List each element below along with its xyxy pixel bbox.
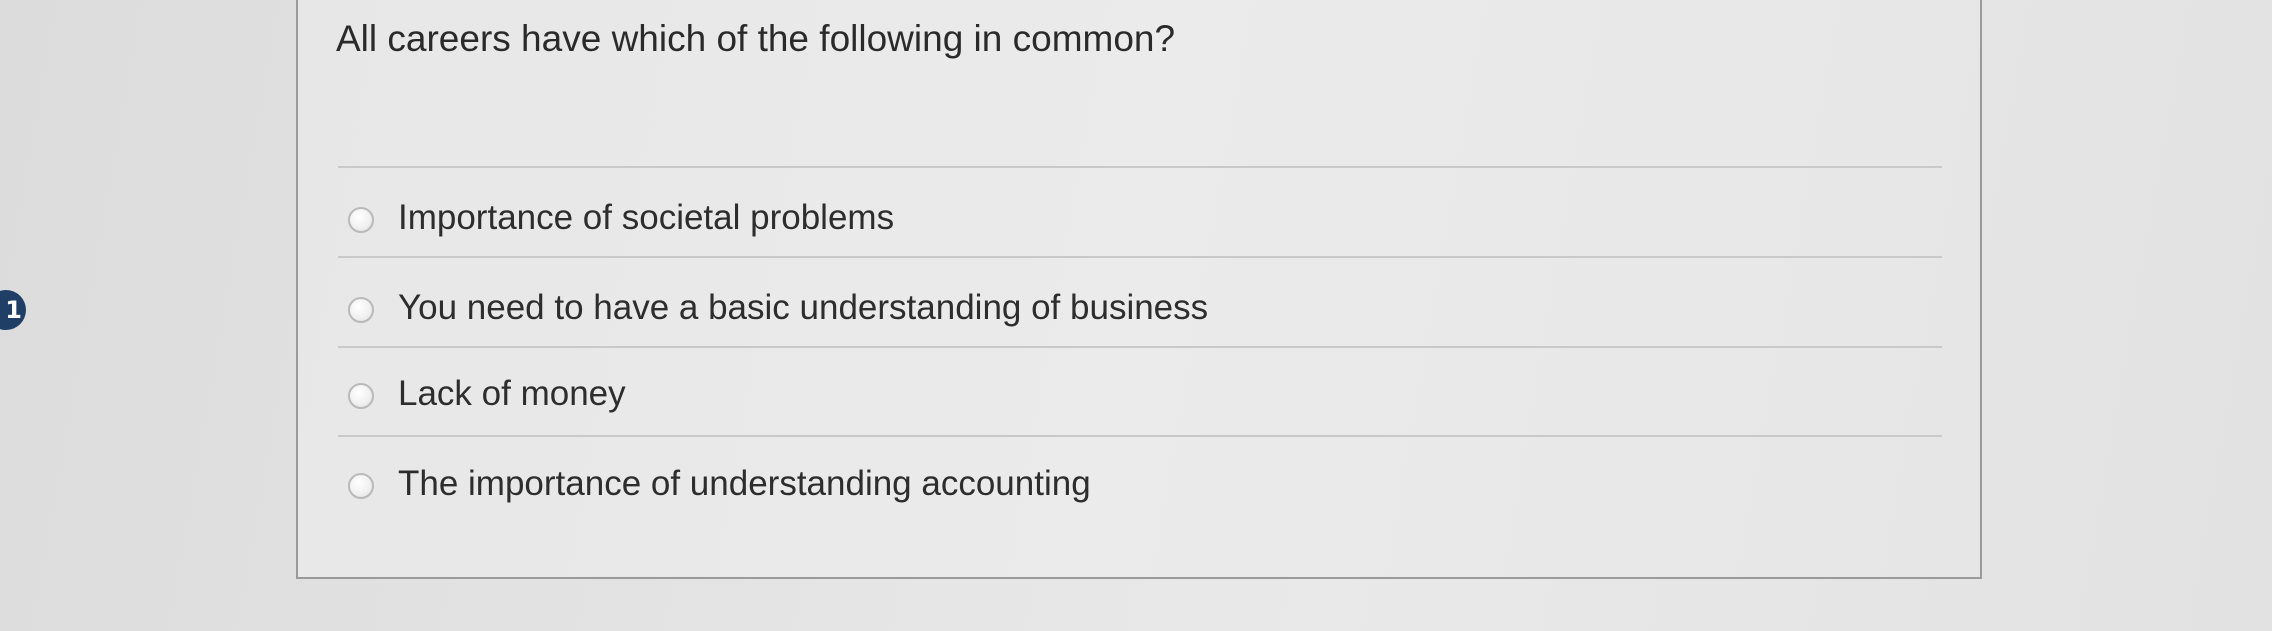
- divider: [338, 435, 1942, 437]
- option-label: Lack of money: [398, 374, 626, 413]
- question-text: All careers have which of the following …: [336, 18, 1176, 59]
- radio-button[interactable]: [348, 297, 374, 323]
- option-importance-of-accounting[interactable]: The importance of understanding accounti…: [348, 458, 1908, 518]
- option-lack-of-money[interactable]: Lack of money: [348, 368, 1908, 428]
- radio-button[interactable]: [348, 473, 374, 499]
- question-number-badge: 1: [0, 290, 26, 330]
- option-label: You need to have a basic understanding o…: [398, 288, 1209, 327]
- option-label: The importance of understanding accounti…: [398, 464, 1091, 503]
- divider: [338, 166, 1942, 168]
- radio-button[interactable]: [348, 383, 374, 409]
- radio-button[interactable]: [348, 207, 374, 233]
- divider: [338, 256, 1942, 258]
- divider: [338, 346, 1942, 348]
- option-label: Importance of societal problems: [398, 198, 895, 237]
- option-basic-understanding-of-business[interactable]: You need to have a basic understanding o…: [348, 282, 1908, 342]
- option-importance-of-societal-problems[interactable]: Importance of societal problems: [348, 192, 1908, 252]
- question-card: All careers have which of the following …: [296, 0, 1982, 579]
